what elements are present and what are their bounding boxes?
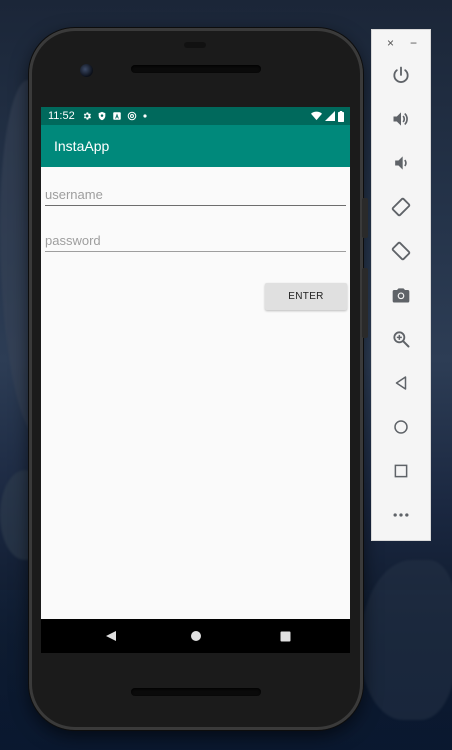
- back-icon[interactable]: [389, 371, 413, 395]
- more-icon[interactable]: [389, 503, 413, 527]
- rotate-left-icon[interactable]: [389, 195, 413, 219]
- close-icon[interactable]: ×: [387, 36, 394, 50]
- battery-icon: [338, 110, 344, 122]
- emulator-toolbar: × −: [371, 29, 431, 541]
- power-side-button: [362, 198, 368, 238]
- nav-back-icon[interactable]: [103, 628, 119, 644]
- emulator-phone-frame: 11:52 InstaApp username ENTER: [29, 28, 368, 730]
- earpiece-speaker: [131, 65, 261, 73]
- settings-icon: [82, 111, 92, 121]
- status-time: 11:52: [48, 110, 75, 122]
- camera-icon[interactable]: [389, 283, 413, 307]
- wifi-icon: [311, 111, 322, 121]
- shield-icon: [97, 111, 107, 121]
- password-input[interactable]: [45, 229, 346, 252]
- nav-home-icon[interactable]: [188, 628, 204, 644]
- volume-up-icon[interactable]: [389, 107, 413, 131]
- overview-icon[interactable]: [389, 459, 413, 483]
- volume-side-button: [362, 268, 368, 338]
- bottom-speaker: [131, 688, 261, 696]
- top-sensor: [184, 42, 206, 48]
- status-notification-icons: [82, 111, 148, 121]
- nav-recents-icon[interactable]: [277, 628, 293, 644]
- enter-button[interactable]: ENTER: [265, 283, 347, 310]
- navigation-bar: [41, 619, 350, 653]
- a-badge-icon: [112, 111, 122, 121]
- zoom-icon[interactable]: [389, 327, 413, 351]
- app-bar: InstaApp: [41, 125, 350, 167]
- dot-icon: [142, 113, 148, 119]
- minimize-icon[interactable]: −: [410, 36, 417, 50]
- app-title: InstaApp: [54, 138, 110, 154]
- status-bar: 11:52: [41, 107, 350, 125]
- front-camera: [80, 64, 93, 77]
- login-form: ENTER: [41, 167, 350, 619]
- home-icon[interactable]: [389, 415, 413, 439]
- at-icon: [127, 111, 137, 121]
- wallpaper-rock: [360, 560, 452, 720]
- username-input[interactable]: [45, 183, 346, 206]
- phone-screen: 11:52 InstaApp username ENTER: [41, 107, 350, 637]
- signal-icon: [325, 111, 335, 121]
- power-icon[interactable]: [389, 63, 413, 87]
- status-system-icons: [311, 107, 344, 125]
- toolbar-window-controls: × −: [372, 34, 432, 52]
- volume-down-icon[interactable]: [389, 151, 413, 175]
- rotate-right-icon[interactable]: [389, 239, 413, 263]
